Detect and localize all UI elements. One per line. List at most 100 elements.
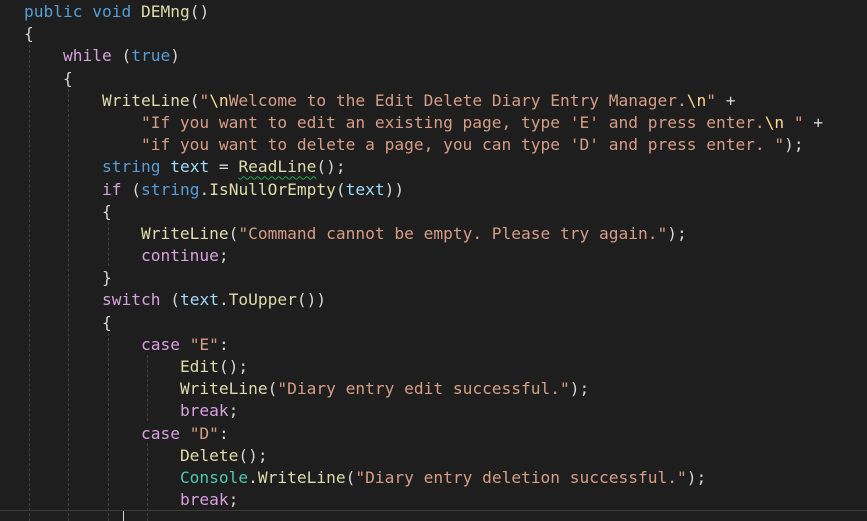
code-token: ;: [228, 490, 239, 510]
code-line[interactable]: string text = ReadLine();: [24, 156, 823, 178]
code-line[interactable]: }: [24, 267, 823, 289]
code-token: .: [199, 179, 210, 199]
code-token: "If you want to edit an existing page, t…: [140, 112, 765, 132]
code-line[interactable]: "if you want to delete a page, you can t…: [24, 134, 823, 156]
code-token: {: [24, 201, 112, 221]
code-line[interactable]: switch (text.ToUpper()): [24, 289, 823, 311]
code-token: WriteLine: [179, 379, 268, 399]
code-token: ): [170, 46, 180, 66]
code-token: (: [121, 179, 141, 199]
code-token: +: [803, 112, 824, 132]
code-line[interactable]: WriteLine("Diary entry edit successful."…: [24, 378, 823, 400]
code-token: );: [569, 379, 590, 399]
code-line[interactable]: WriteLine("\nWelcome to the Edit Delete …: [24, 90, 823, 112]
code-token: ;: [218, 246, 229, 266]
code-token: Delete: [179, 445, 239, 465]
code-token: );: [686, 467, 707, 487]
code-token: break: [179, 401, 229, 421]
code-token: WriteLine: [101, 90, 190, 110]
code-token: WriteLine: [140, 223, 229, 243]
code-line[interactable]: while (true): [24, 45, 823, 67]
code-line[interactable]: case "D":: [24, 423, 823, 445]
code-token: {: [24, 68, 73, 88]
code-token: =: [209, 157, 239, 177]
code-token: if: [101, 179, 122, 199]
code-token: \n: [686, 90, 707, 110]
code-line[interactable]: {: [24, 312, 823, 334]
code-token: (): [189, 2, 210, 21]
code-token: "Diary entry edit successful.": [277, 379, 570, 399]
code-token: string: [101, 157, 161, 177]
code-token: IsNullOrEmpty: [209, 179, 336, 199]
code-token: "Diary entry deletion successful.": [355, 467, 687, 487]
code-token: (: [189, 90, 200, 110]
code-token: text: [179, 290, 219, 310]
code-token: )): [384, 179, 405, 199]
code-token: "if you want to delete a page, you can t…: [140, 135, 785, 155]
code-token: public: [24, 2, 83, 21]
code-token: ();: [316, 157, 346, 177]
code-line[interactable]: WriteLine("Command cannot be empty. Plea…: [24, 223, 823, 245]
code-token: );: [784, 135, 804, 155]
code-token: continue: [140, 246, 219, 266]
code-token: +: [716, 90, 736, 110]
code-line[interactable]: if (string.IsNullOrEmpty(text)): [24, 179, 823, 201]
code-token: ()): [296, 290, 327, 310]
code-token: case: [140, 423, 180, 443]
code-token: Edit: [179, 357, 219, 376]
code-line[interactable]: public void DEMng(): [24, 1, 823, 23]
code-token: DEMng: [140, 2, 190, 21]
code-token: :: [218, 423, 229, 443]
code-line[interactable]: "If you want to edit an existing page, t…: [24, 112, 823, 134]
code-token: ": [784, 112, 804, 132]
code-token: "E": [189, 334, 219, 354]
code-token: ;: [228, 401, 239, 421]
code-token: true: [131, 46, 171, 66]
code-token: text: [170, 157, 210, 177]
code-token: ": [706, 90, 716, 110]
code-token: \n: [209, 90, 229, 110]
code-line[interactable]: break;: [24, 489, 823, 511]
code-token: (: [345, 467, 356, 487]
code-token: {: [24, 24, 34, 44]
code-line[interactable]: continue;: [24, 245, 823, 267]
code-token: ToUpper: [228, 290, 297, 310]
code-token: case: [140, 334, 180, 354]
code-token: break: [179, 490, 229, 510]
code-text-area[interactable]: public void DEMng(){ while (true) { Writ…: [24, 1, 823, 511]
editor-bottom-border: [0, 510, 867, 511]
code-line[interactable]: {: [24, 68, 823, 90]
code-token: (: [160, 290, 180, 310]
code-line[interactable]: {: [24, 23, 823, 45]
code-line[interactable]: Delete();: [24, 445, 823, 467]
code-editor[interactable]: public void DEMng(){ while (true) { Writ…: [0, 0, 867, 521]
code-token: ": [199, 90, 210, 110]
code-line[interactable]: Edit();: [24, 356, 823, 378]
code-token: Console: [179, 467, 249, 487]
code-line[interactable]: Console.WriteLine("Diary entry deletion …: [24, 467, 823, 489]
code-token: string: [140, 179, 200, 199]
code-token: :: [218, 334, 229, 354]
code-line[interactable]: {: [24, 201, 823, 223]
code-token: .: [218, 290, 229, 310]
code-token: while: [62, 46, 112, 66]
code-line[interactable]: case "E":: [24, 334, 823, 356]
code-line[interactable]: break;: [24, 400, 823, 422]
